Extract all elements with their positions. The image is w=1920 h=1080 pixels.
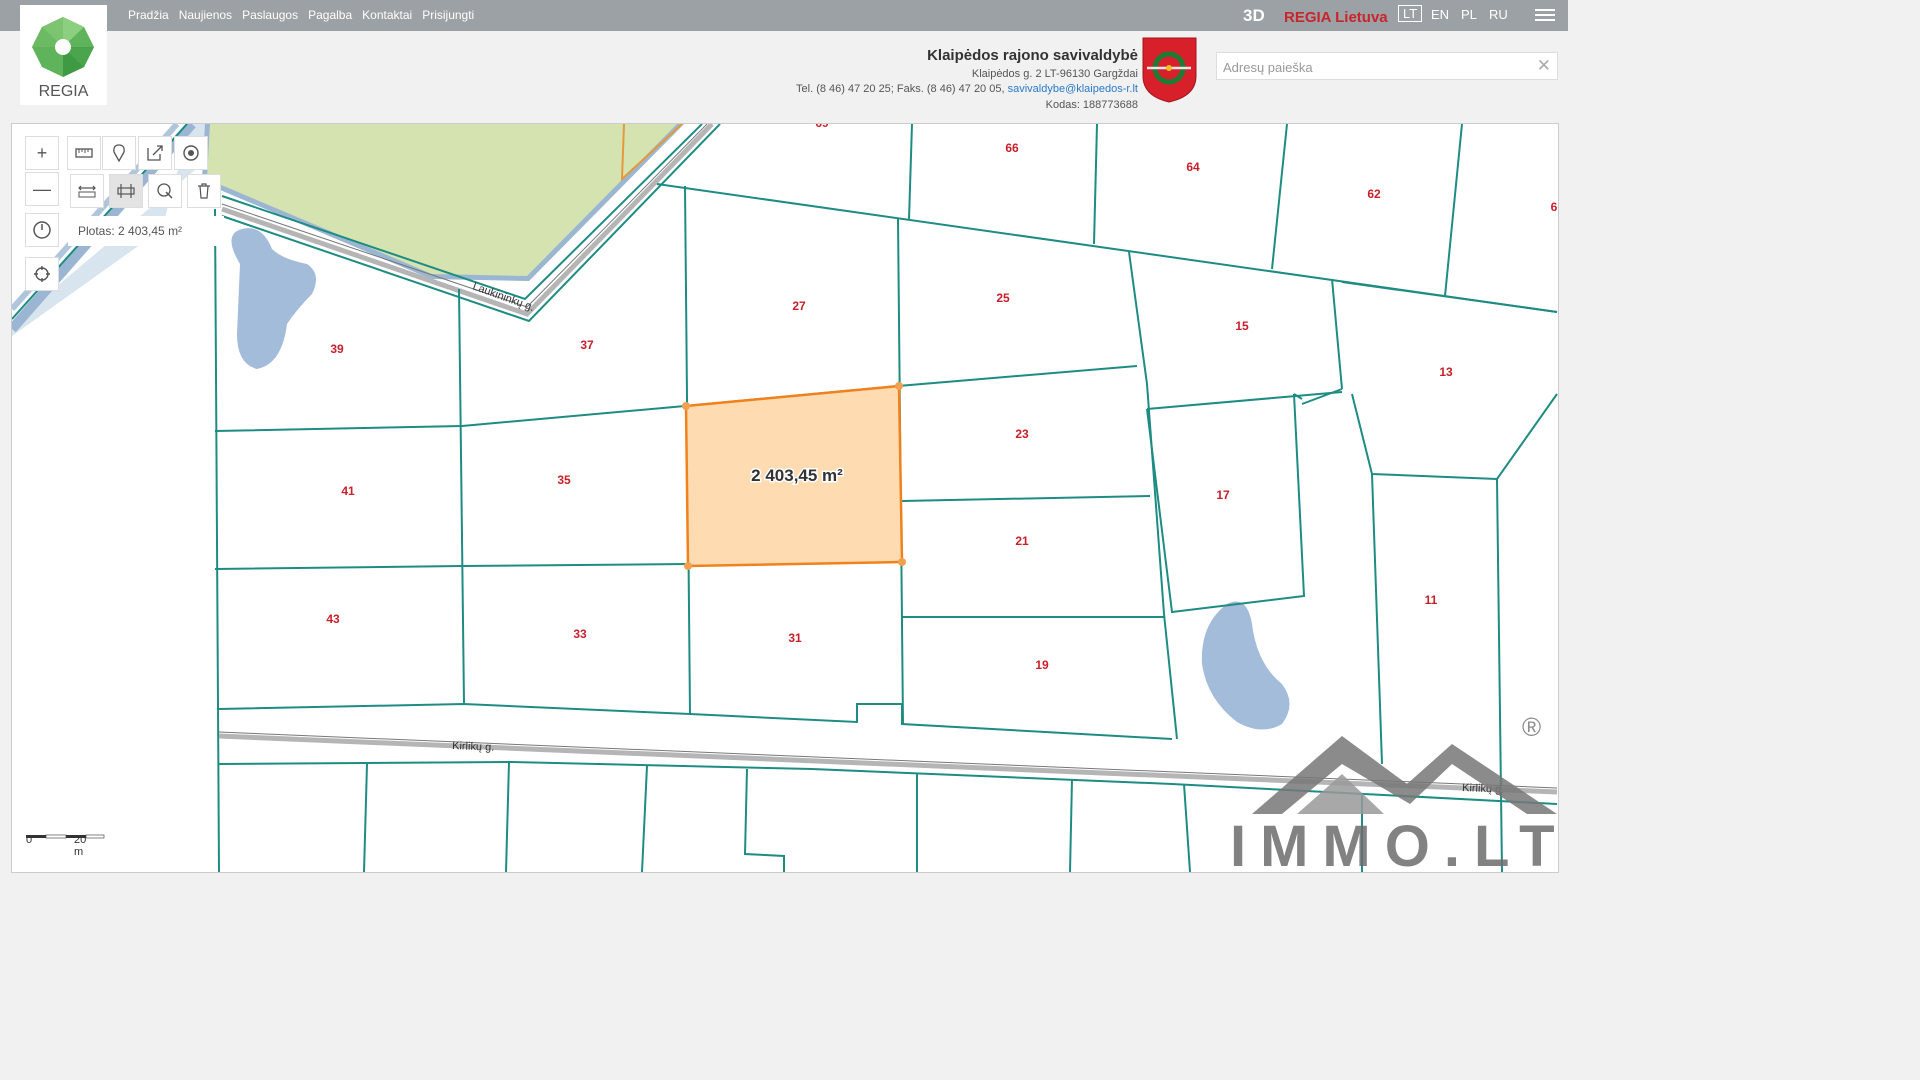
parcel-number: 25 <box>996 291 1010 305</box>
scale-length: 20 m <box>74 834 87 858</box>
parcel-number: 64 <box>1186 160 1200 174</box>
municipality-code: Kodas: 188773688 <box>1045 98 1138 111</box>
parcel-number: 43 <box>326 612 340 626</box>
marker-icon <box>113 144 125 162</box>
marker-button[interactable] <box>102 136 136 170</box>
parcel-number: 33 <box>573 627 587 641</box>
registered-mark: ® <box>1522 712 1541 742</box>
municipality-phone: Tel. (8 46) 47 20 25; Faks. (8 46) 47 20… <box>796 83 1005 95</box>
measure-distance-icon <box>78 185 96 198</box>
delete-button[interactable] <box>187 174 221 208</box>
address-search-input[interactable] <box>1221 59 1535 76</box>
parcel-number: 69 <box>815 124 829 130</box>
municipality-email[interactable]: savivaldybe@klaipedos-r.lt <box>1008 83 1138 95</box>
parcel-number: 35 <box>557 473 571 487</box>
select-parcel-icon <box>157 183 173 199</box>
street-label-kirliku: Kirlikų g. <box>452 740 495 754</box>
parcel-number: 21 <box>1015 534 1029 548</box>
coat-of-arms-icon <box>1142 37 1197 103</box>
zoom-in-button[interactable]: + <box>25 136 59 170</box>
history-button[interactable] <box>25 213 59 247</box>
parcel-number: 37 <box>580 338 594 352</box>
nav-contacts[interactable]: Kontaktai <box>362 8 412 22</box>
ruler-icon <box>75 148 93 158</box>
scale-bar-line <box>26 834 105 839</box>
select-parcel-button[interactable] <box>148 174 182 208</box>
immo-watermark: IMMO.LT ® <box>1230 712 1558 872</box>
lang-lt[interactable]: LT <box>1398 5 1423 22</box>
nav-news[interactable]: Naujienos <box>179 8 232 22</box>
3d-button[interactable]: 3D <box>1243 6 1265 26</box>
parcel-number: 15 <box>1235 319 1249 333</box>
history-icon <box>33 221 51 239</box>
lang-en[interactable]: EN <box>1431 7 1449 22</box>
zoom-out-button[interactable]: — <box>25 172 59 206</box>
nav-services[interactable]: Paslaugos <box>242 8 298 22</box>
target-icon <box>183 145 199 161</box>
measure-area-button[interactable] <box>109 174 143 208</box>
main-nav: Pradžia Naujienos Paslaugos Pagalba Kont… <box>128 8 474 22</box>
parcel-number: 23 <box>1015 427 1029 441</box>
locate-icon <box>34 266 50 282</box>
parcel-number: 39 <box>330 342 344 356</box>
parcel-number: 11 <box>1425 593 1438 607</box>
municipality-name: Klaipėdos rajono savivaldybė <box>927 47 1138 64</box>
nav-home[interactable]: Pradžia <box>128 8 169 22</box>
nav-login[interactable]: Prisijungti <box>422 8 474 22</box>
menu-icon[interactable] <box>1535 6 1555 24</box>
close-icon[interactable]: ✕ <box>1537 56 1551 76</box>
map-view[interactable]: 66 64 62 6 27 25 15 13 39 37 23 41 35 17… <box>11 123 1559 873</box>
top-bar: Pradžia Naujienos Paslaugos Pagalba Kont… <box>0 0 1568 31</box>
regia-lietuva-link[interactable]: REGIA Lietuva <box>1284 9 1388 26</box>
share-icon <box>147 145 163 161</box>
address-search: ✕ <box>1216 52 1558 80</box>
parcel-number: 6 <box>1551 200 1558 214</box>
target-button[interactable] <box>174 136 208 170</box>
zoom-in-icon: + <box>36 142 48 163</box>
parcel-number: 66 <box>1005 141 1019 155</box>
nav-help[interactable]: Pagalba <box>308 8 352 22</box>
parcel-number: 13 <box>1439 365 1453 379</box>
trash-icon <box>198 183 210 199</box>
locate-button[interactable] <box>25 257 59 291</box>
zoom-out-icon: — <box>33 178 51 199</box>
parcel-number: 31 <box>788 631 802 645</box>
parcel-number: 41 <box>341 484 355 498</box>
parcel-number: 17 <box>1216 488 1230 502</box>
logo-text: REGIA <box>38 83 89 100</box>
selected-area-label: 2 403,45 m² <box>751 466 843 485</box>
measure-area-icon <box>117 184 135 198</box>
area-measurement-result: Plotas: 2 403,45 m² <box>68 216 224 246</box>
parcel-number: 27 <box>792 299 806 313</box>
regia-logo[interactable]: REGIA <box>20 5 107 105</box>
watermark-text: IMMO.LT <box>1230 814 1558 872</box>
lang-pl[interactable]: PL <box>1461 7 1477 22</box>
ruler-button[interactable] <box>67 136 101 170</box>
municipality-address: Klaipėdos g. 2 LT-96130 Gargždai <box>971 67 1138 80</box>
measure-distance-button[interactable] <box>70 174 104 208</box>
scale-zero: 0 <box>26 834 33 846</box>
municipality-info: Klaipėdos rajono savivaldybė Klaipėdos g… <box>796 48 1138 113</box>
share-button[interactable] <box>138 136 172 170</box>
cadastral-map: 66 64 62 6 27 25 15 13 39 37 23 41 35 17… <box>12 124 1558 872</box>
regia-logo-icon <box>32 17 94 77</box>
parcel-number: 62 <box>1367 187 1381 201</box>
lang-ru[interactable]: RU <box>1489 7 1508 22</box>
parcel-number: 19 <box>1035 658 1049 672</box>
